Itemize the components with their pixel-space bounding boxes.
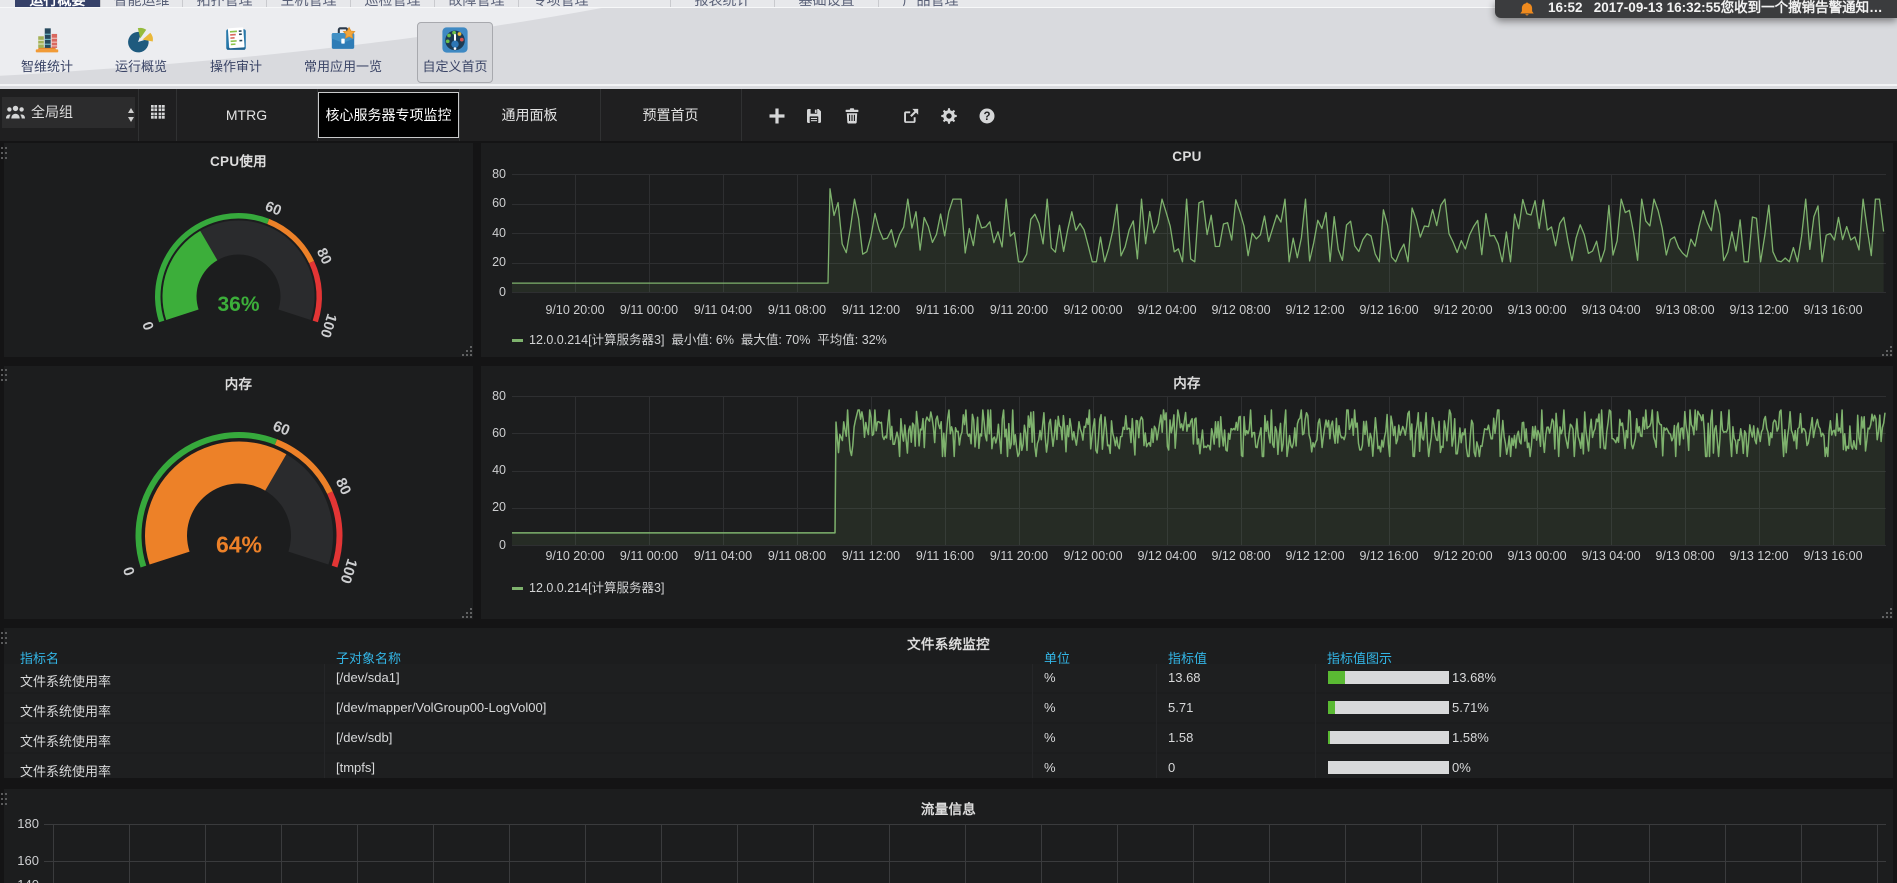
svg-text:60: 60 [263,199,284,220]
svg-text:80: 80 [313,246,334,267]
svg-text:80: 80 [332,475,354,497]
svg-text:36%: 36% [217,293,259,316]
svg-text:100: 100 [317,312,340,340]
svg-text:64%: 64% [216,532,262,558]
svg-text:60: 60 [270,418,292,440]
svg-text:0: 0 [120,564,139,577]
svg-text:100: 100 [336,556,360,585]
svg-text:?: ? [983,111,990,123]
svg-text:0: 0 [140,319,158,332]
